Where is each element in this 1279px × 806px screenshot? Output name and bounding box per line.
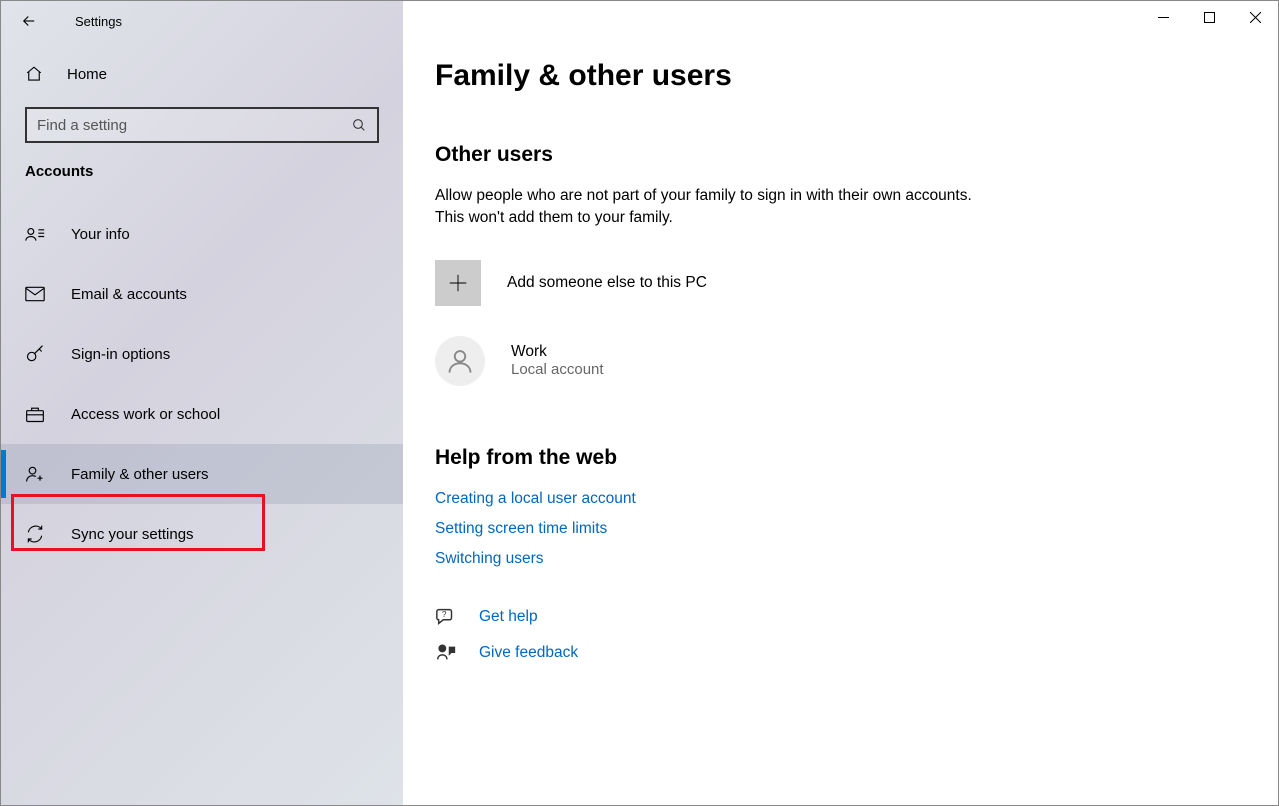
sidebar-item-family[interactable]: Family & other users bbox=[1, 444, 403, 504]
arrow-left-icon bbox=[20, 12, 38, 30]
nav-label: Your info bbox=[71, 226, 130, 243]
help-title: Help from the web bbox=[435, 446, 1238, 470]
add-user-button[interactable]: Add someone else to this PC bbox=[435, 260, 1238, 306]
avatar bbox=[435, 336, 485, 386]
plus-tile bbox=[435, 260, 481, 306]
user-text: Work Local account bbox=[511, 343, 604, 378]
sidebar-nav: Your info Email & accounts Sign-in optio… bbox=[1, 204, 403, 564]
help-link-screen-time[interactable]: Setting screen time limits bbox=[435, 520, 1238, 538]
svg-text:?: ? bbox=[442, 610, 447, 619]
sidebar-item-sync[interactable]: Sync your settings bbox=[1, 504, 403, 564]
user-name: Work bbox=[511, 343, 604, 361]
person-card-icon bbox=[25, 224, 45, 244]
sidebar: Settings Home Accounts Your info bbox=[1, 1, 403, 805]
nav-label: Access work or school bbox=[71, 406, 220, 423]
home-label: Home bbox=[67, 66, 107, 83]
feedback-icon bbox=[435, 642, 457, 664]
mail-icon bbox=[25, 284, 45, 304]
help-chat-icon: ? bbox=[435, 606, 457, 628]
sidebar-item-work-school[interactable]: Access work or school bbox=[1, 384, 403, 444]
get-help-label: Get help bbox=[479, 608, 538, 626]
search-box[interactable] bbox=[25, 107, 379, 143]
help-link-switching-users[interactable]: Switching users bbox=[435, 550, 1238, 568]
settings-window: Settings Home Accounts Your info bbox=[1, 1, 1278, 805]
give-feedback-link[interactable]: Give feedback bbox=[435, 642, 1238, 664]
close-icon bbox=[1250, 12, 1261, 23]
search-wrap bbox=[1, 107, 403, 163]
sidebar-item-email[interactable]: Email & accounts bbox=[1, 264, 403, 324]
content: Family & other users Other users Allow p… bbox=[403, 1, 1278, 664]
briefcase-icon bbox=[25, 404, 45, 424]
titlebar-left: Settings bbox=[1, 1, 403, 41]
sidebar-category: Accounts bbox=[1, 163, 403, 204]
nav-label: Family & other users bbox=[71, 466, 209, 483]
key-icon bbox=[25, 344, 45, 364]
maximize-button[interactable] bbox=[1186, 1, 1232, 33]
user-account-row[interactable]: Work Local account bbox=[435, 336, 1238, 386]
search-icon bbox=[351, 117, 367, 133]
minimize-icon bbox=[1158, 12, 1169, 23]
section-other-users-desc: Allow people who are not part of your fa… bbox=[435, 185, 995, 230]
nav-label: Email & accounts bbox=[71, 286, 187, 303]
window-controls bbox=[1140, 1, 1278, 33]
give-feedback-label: Give feedback bbox=[479, 644, 578, 662]
close-button[interactable] bbox=[1232, 1, 1278, 33]
page-title: Family & other users bbox=[435, 59, 1238, 93]
home-nav[interactable]: Home bbox=[1, 41, 403, 107]
nav-label: Sign-in options bbox=[71, 346, 170, 363]
sidebar-item-signin[interactable]: Sign-in options bbox=[1, 324, 403, 384]
help-section: Help from the web Creating a local user … bbox=[435, 446, 1238, 568]
nav-label: Sync your settings bbox=[71, 526, 194, 543]
person-icon bbox=[446, 347, 474, 375]
maximize-icon bbox=[1204, 12, 1215, 23]
add-user-label: Add someone else to this PC bbox=[507, 274, 707, 292]
minimize-button[interactable] bbox=[1140, 1, 1186, 33]
search-input[interactable] bbox=[37, 117, 334, 134]
sync-icon bbox=[25, 524, 45, 544]
section-other-users-title: Other users bbox=[435, 143, 1238, 167]
people-add-icon bbox=[25, 464, 45, 484]
back-button[interactable] bbox=[19, 11, 39, 31]
home-icon bbox=[25, 65, 43, 83]
main-panel: Family & other users Other users Allow p… bbox=[403, 1, 1278, 805]
sidebar-item-your-info[interactable]: Your info bbox=[1, 204, 403, 264]
get-help-link[interactable]: ? Get help bbox=[435, 606, 1238, 628]
help-link-local-account[interactable]: Creating a local user account bbox=[435, 490, 1238, 508]
user-type: Local account bbox=[511, 361, 604, 378]
footer-links: ? Get help Give feedback bbox=[435, 606, 1238, 664]
plus-icon bbox=[447, 272, 469, 294]
window-title: Settings bbox=[75, 14, 122, 29]
